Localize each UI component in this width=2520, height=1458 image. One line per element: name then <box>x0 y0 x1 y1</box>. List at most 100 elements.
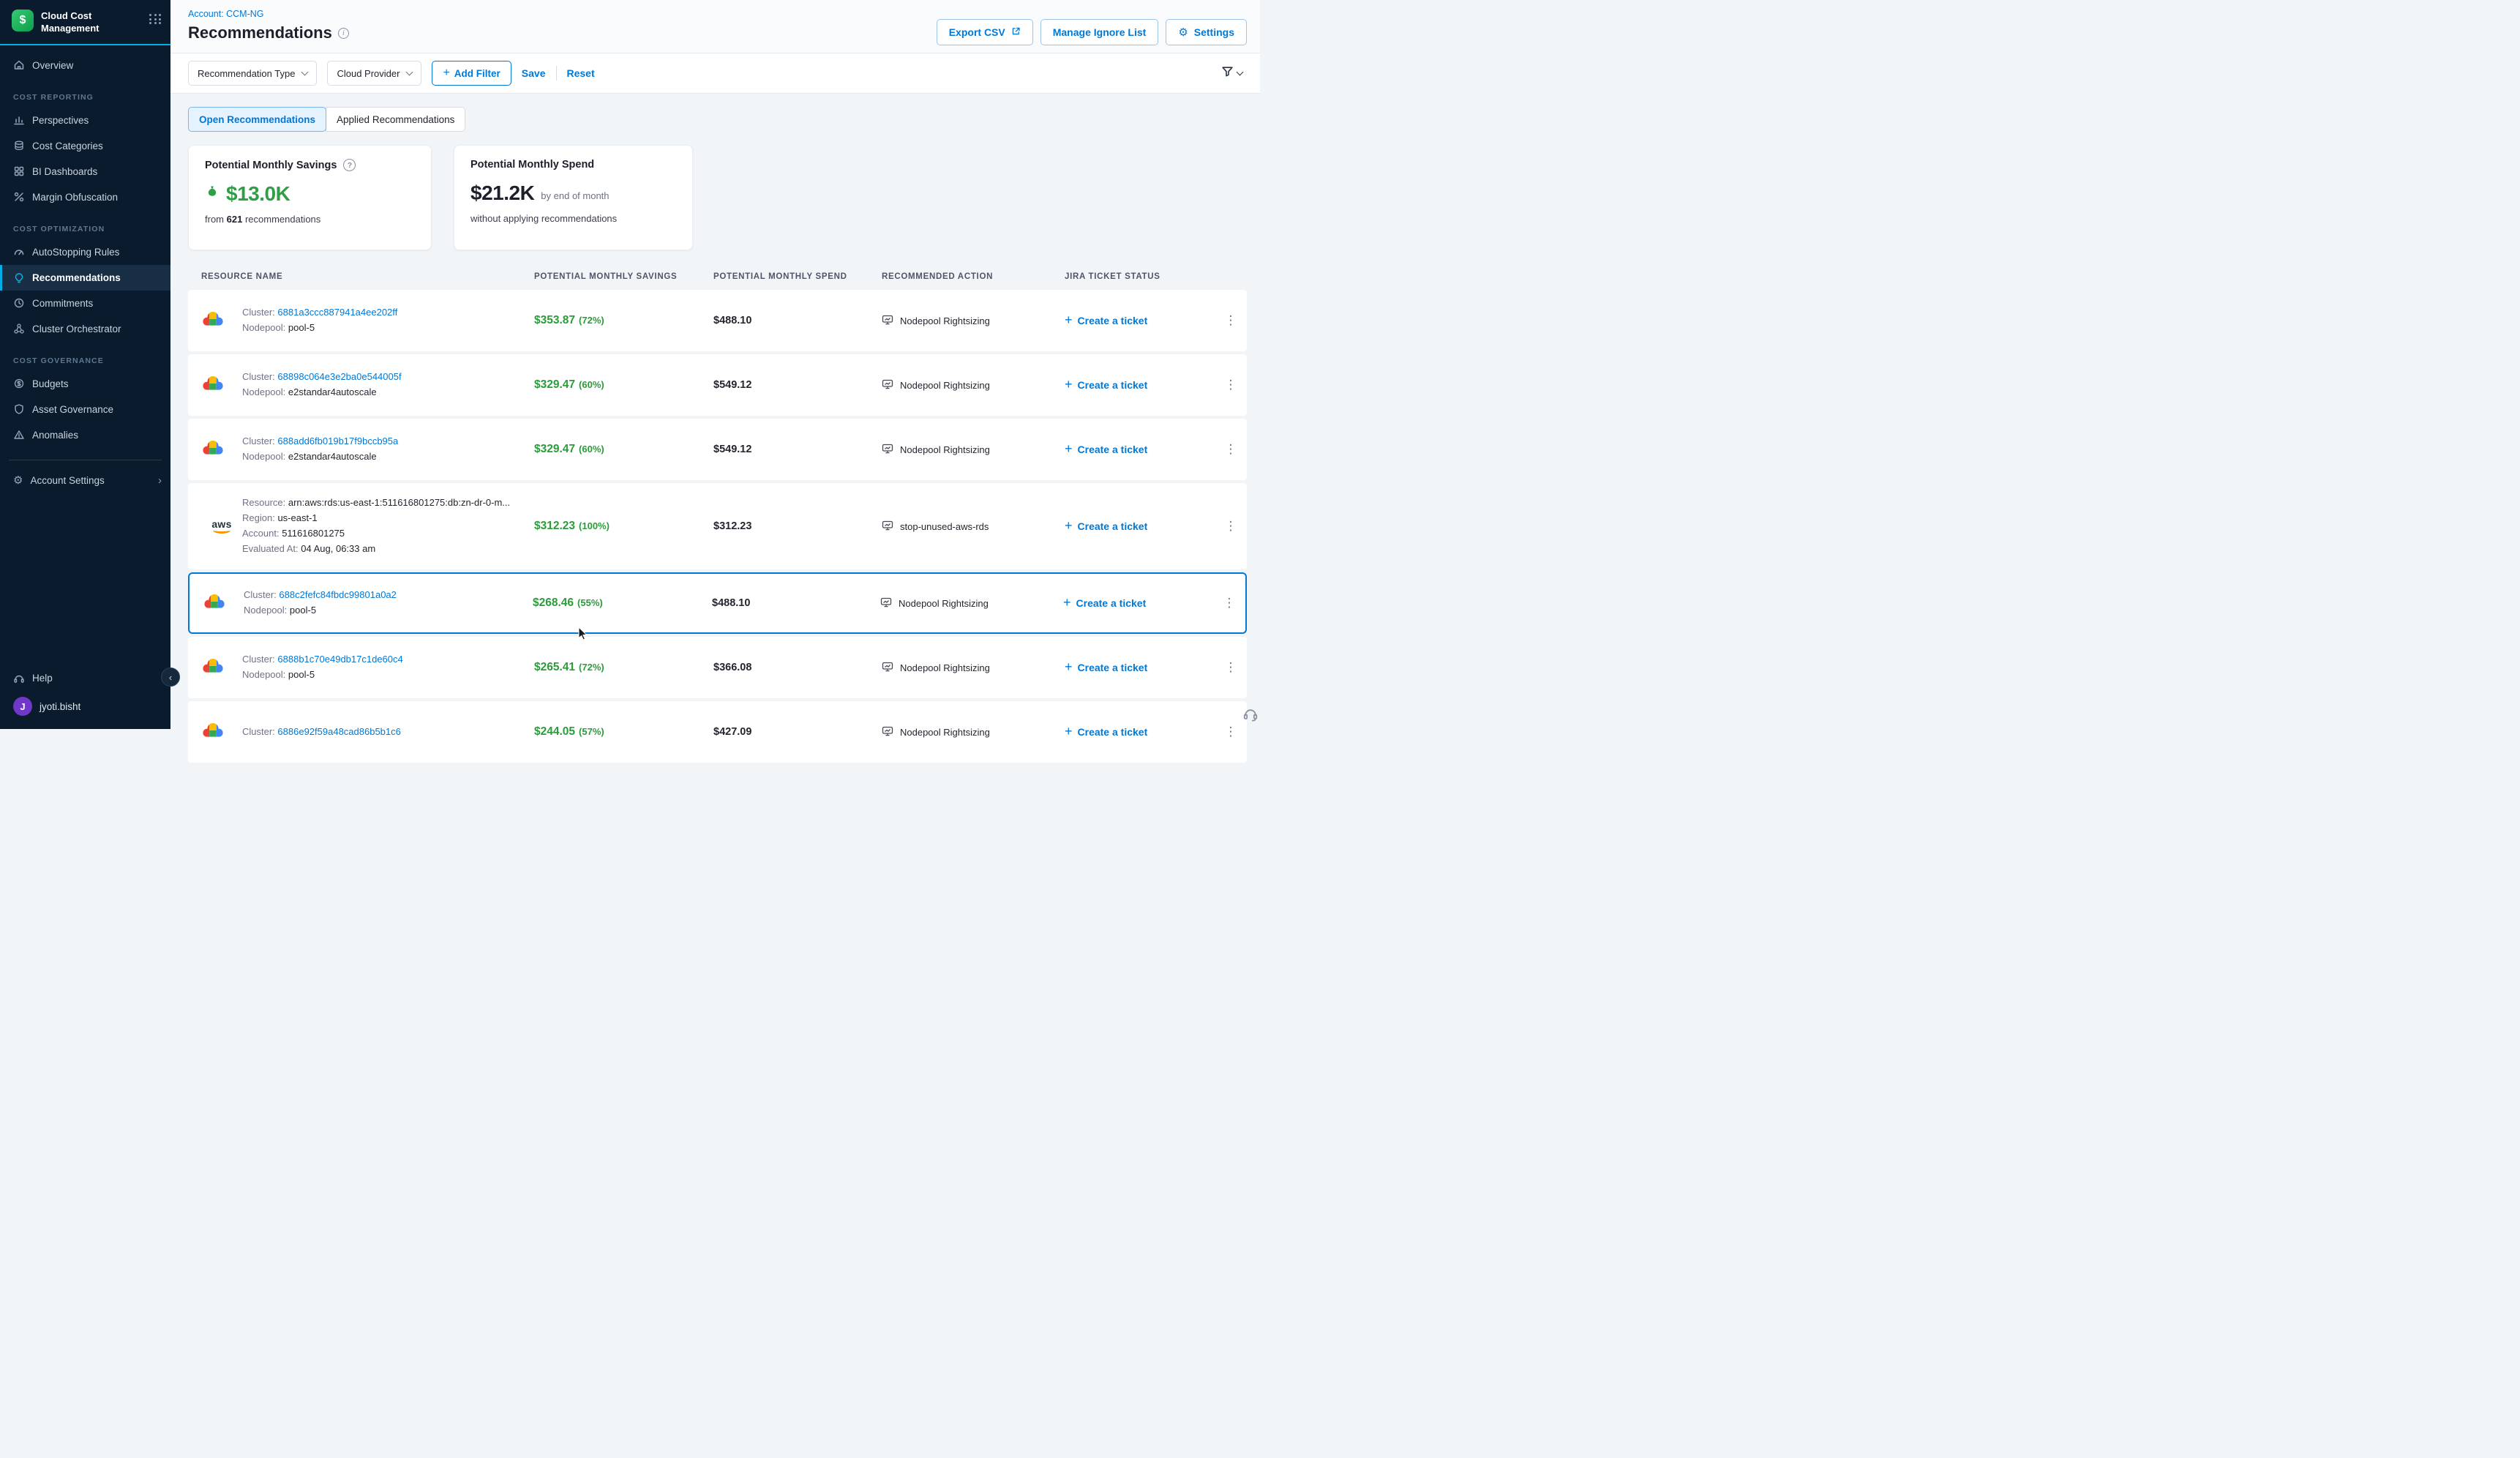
sidebar-item-budgets[interactable]: Budgets <box>0 371 170 397</box>
funnel-icon <box>1221 65 1234 81</box>
recommendation-type-dropdown[interactable]: Recommendation Type <box>188 61 317 86</box>
spend-value: $312.23 <box>713 520 882 532</box>
row-menu-button[interactable]: ⋮ <box>1215 313 1247 328</box>
savings-percent: (60%) <box>579 444 604 455</box>
cluster-link[interactable]: 688c2fefc84fbdc99801a0a2 <box>279 589 396 600</box>
dropdown-label: Cloud Provider <box>337 68 400 79</box>
sidebar-item-help[interactable]: Help <box>0 665 170 691</box>
settings-button[interactable]: ⚙ Settings <box>1166 19 1247 45</box>
table-row[interactable]: Cluster: 6886e92f59a48cad86b5b1c6 $244.0… <box>188 701 1247 763</box>
gcp-logo-icon <box>201 657 242 679</box>
action-icon <box>882 520 893 534</box>
table-header: RESOURCE NAME POTENTIAL MONTHLY SAVINGS … <box>188 272 1247 281</box>
sidebar-item-label: Overview <box>32 60 73 71</box>
table-row[interactable]: Cluster: 688add6fb019b17f9bccb95a Nodepo… <box>188 419 1247 480</box>
sidebar-collapse-button[interactable]: ‹ <box>161 668 180 687</box>
row-menu-button[interactable]: ⋮ <box>1215 378 1247 392</box>
cluster-link[interactable]: 688add6fb019b17f9bccb95a <box>277 435 398 446</box>
save-filter-link[interactable]: Save <box>522 67 546 79</box>
user-name: jyoti.bisht <box>40 701 80 712</box>
sidebar-item-label: Asset Governance <box>32 404 113 415</box>
row-menu-button[interactable]: ⋮ <box>1215 442 1247 457</box>
action-label: Nodepool Rightsizing <box>900 315 990 326</box>
sidebar: $ Cloud Cost Management Overview COST RE… <box>0 0 170 729</box>
spend-value: $427.09 <box>713 726 882 738</box>
app-title: Cloud Cost Management <box>41 10 142 35</box>
action-icon <box>882 443 893 457</box>
add-filter-button[interactable]: + Add Filter <box>432 61 511 86</box>
sidebar-item-perspectives[interactable]: Perspectives <box>0 108 170 133</box>
info-icon[interactable]: i <box>338 28 349 39</box>
row-menu-button[interactable]: ⋮ <box>1215 660 1247 675</box>
table-row-selected[interactable]: Cluster: 688c2fefc84fbdc99801a0a2 Nodepo… <box>188 572 1247 634</box>
gcp-logo-icon <box>201 310 242 332</box>
apps-grid-icon[interactable] <box>149 10 162 24</box>
column-header: POTENTIAL MONTHLY SAVINGS <box>534 272 713 281</box>
reset-filter-link[interactable]: Reset <box>567 67 595 79</box>
sidebar-item-asset-governance[interactable]: Asset Governance <box>0 397 170 422</box>
avatar: J <box>13 697 32 716</box>
tab-applied-recommendations[interactable]: Applied Recommendations <box>326 107 465 132</box>
create-ticket-link[interactable]: +Create a ticket <box>1065 314 1215 328</box>
action-label: Nodepool Rightsizing <box>900 444 990 455</box>
chevron-right-icon: › <box>158 475 162 486</box>
sidebar-item-account-settings[interactable]: ⚙ Account Settings › <box>0 468 170 493</box>
chevron-down-icon <box>1237 68 1244 75</box>
alert-icon <box>13 429 25 441</box>
gear-icon: ⚙ <box>13 475 23 486</box>
manage-ignore-list-button[interactable]: Manage Ignore List <box>1040 19 1159 45</box>
create-ticket-link[interactable]: +Create a ticket <box>1065 378 1215 392</box>
tab-open-recommendations[interactable]: Open Recommendations <box>188 107 326 132</box>
create-ticket-link[interactable]: +Create a ticket <box>1063 597 1213 610</box>
action-label: Nodepool Rightsizing <box>900 380 990 391</box>
gcp-logo-icon <box>201 374 242 397</box>
support-headset-icon[interactable] <box>1242 706 1259 725</box>
sidebar-item-label: Margin Obfuscation <box>32 192 118 203</box>
filter-panel-toggle[interactable] <box>1221 65 1242 81</box>
spend-subtext: without applying recommendations <box>470 213 676 224</box>
cluster-link[interactable]: 6881a3ccc887941a4ee202ff <box>277 307 397 318</box>
cluster-link[interactable]: 6888b1c70e49db17c1de60c4 <box>277 654 402 665</box>
user-menu[interactable]: J jyoti.bisht <box>0 691 170 722</box>
action-icon <box>882 378 893 392</box>
row-menu-button[interactable]: ⋮ <box>1213 596 1245 610</box>
breadcrumb[interactable]: Account: CCM-NG <box>188 9 349 19</box>
sidebar-item-label: Commitments <box>32 298 93 309</box>
row-menu-button[interactable]: ⋮ <box>1215 725 1247 739</box>
sidebar-item-anomalies[interactable]: Anomalies <box>0 422 170 448</box>
export-csv-button[interactable]: Export CSV <box>937 19 1033 45</box>
sidebar-item-commitments[interactable]: Commitments <box>0 291 170 316</box>
headset-icon <box>13 673 25 684</box>
sidebar-item-margin-obfuscation[interactable]: Margin Obfuscation <box>0 184 170 210</box>
table-row[interactable]: Cluster: 6888b1c70e49db17c1de60c4 Nodepo… <box>188 637 1247 698</box>
sidebar-item-bi-dashboards[interactable]: BI Dashboards <box>0 159 170 184</box>
sidebar-item-cluster-orchestrator[interactable]: Cluster Orchestrator <box>0 316 170 342</box>
sidebar-item-label: Cost Categories <box>32 141 103 152</box>
cluster-link[interactable]: 6886e92f59a48cad86b5b1c6 <box>277 726 400 737</box>
sidebar-item-recommendations[interactable]: Recommendations <box>0 265 170 291</box>
sidebar-item-cost-categories[interactable]: Cost Categories <box>0 133 170 159</box>
action-label: Nodepool Rightsizing <box>899 598 989 609</box>
section-header-cost-governance: COST GOVERNANCE <box>13 356 170 365</box>
sidebar-item-label: Help <box>32 673 53 684</box>
help-question-icon[interactable]: ? <box>343 159 356 171</box>
create-ticket-link[interactable]: +Create a ticket <box>1065 520 1215 534</box>
create-ticket-link[interactable]: +Create a ticket <box>1065 725 1215 739</box>
ccm-logo: $ <box>12 10 34 31</box>
spend-value: $366.08 <box>713 662 882 673</box>
page-header: Account: CCM-NG Recommendations i Export… <box>170 0 1260 53</box>
row-menu-button[interactable]: ⋮ <box>1215 519 1247 534</box>
recommendation-count: 621 <box>227 214 243 225</box>
table-row[interactable]: Cluster: 68898c064e3e2ba0e544005f Nodepo… <box>188 354 1247 416</box>
spend-value: $488.10 <box>713 315 882 326</box>
create-ticket-link[interactable]: +Create a ticket <box>1065 661 1215 675</box>
table-row[interactable]: Cluster: 6881a3ccc887941a4ee202ff Nodepo… <box>188 290 1247 351</box>
create-ticket-link[interactable]: +Create a ticket <box>1065 443 1215 457</box>
database-icon <box>13 140 25 152</box>
sidebar-item-overview[interactable]: Overview <box>0 53 170 78</box>
cluster-link[interactable]: 68898c064e3e2ba0e544005f <box>277 371 401 382</box>
cloud-provider-dropdown[interactable]: Cloud Provider <box>327 61 421 86</box>
potential-savings-card: Potential Monthly Savings ? $13.0K from … <box>188 145 432 250</box>
sidebar-item-autostopping-rules[interactable]: AutoStopping Rules <box>0 239 170 265</box>
table-row[interactable]: aws Resource: arn:aws:rds:us-east-1:5116… <box>188 483 1247 569</box>
